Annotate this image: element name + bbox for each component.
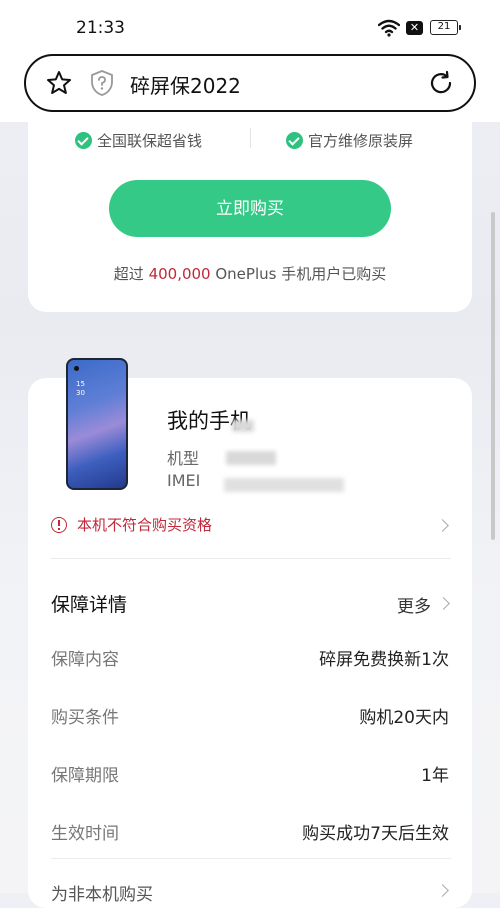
camera-dot (74, 366, 79, 371)
phone-screen-clock: 15 30 (76, 380, 85, 397)
users-count: 400,000 (148, 265, 211, 283)
row-label-content: 保障内容 (51, 650, 119, 670)
clock: 21:33 (76, 18, 125, 38)
data-off-icon: ✕ (406, 21, 423, 35)
scrollbar[interactable] (491, 212, 495, 540)
row-value-condition: 购机20天内 (359, 708, 449, 728)
warning-text: 本机不符合购买资格 (77, 516, 213, 534)
more-link[interactable]: 更多 (397, 592, 431, 617)
wifi-icon (378, 19, 400, 37)
ineligible-warning[interactable]: 本机不符合购买资格 (51, 514, 212, 535)
address-bar[interactable]: 碎屏保2022 (24, 54, 476, 112)
alert-icon (51, 516, 67, 533)
row-value-content: 碎屏免费换新1次 (319, 650, 449, 670)
model-label: 机型 (167, 449, 200, 468)
users-suffix: OnePlus 手机用户已购买 (210, 265, 387, 283)
users-prefix: 超过 (113, 265, 149, 283)
divider (51, 558, 451, 559)
users-count-text: 超过 400,000 OnePlus 手机用户已购买 (28, 263, 472, 284)
row-value-period: 1年 (421, 766, 449, 786)
status-bar: 21:33 ✕ 21 (0, 0, 500, 50)
feature-divider (250, 128, 251, 148)
redacted-model (226, 451, 276, 465)
url-text[interactable]: 碎屏保2022 (130, 70, 241, 99)
row-value-effective: 购买成功7天后生效 (302, 824, 449, 844)
guarantee-title: 保障详情 (51, 594, 128, 616)
star-icon[interactable] (46, 70, 72, 96)
divider (51, 858, 451, 859)
buy-now-button[interactable]: 立即购买 (109, 180, 391, 237)
feature-official-repair: 官方维修原装屏 (286, 130, 413, 151)
battery-icon: 21 (430, 20, 461, 35)
row-label-period: 保障期限 (51, 766, 119, 786)
reload-icon[interactable] (428, 70, 454, 96)
row-label-condition: 购买条件 (51, 708, 119, 728)
check-icon (286, 132, 303, 149)
feature-nationwide: 全国联保超省钱 (75, 130, 202, 151)
phone-image: 15 30 (66, 358, 128, 490)
feature-label: 全国联保超省钱 (97, 132, 203, 150)
row-label-effective: 生效时间 (51, 824, 119, 844)
browser-toolbar: 碎屏保2022 (0, 50, 500, 122)
feature-label: 官方维修原装屏 (308, 132, 414, 150)
redacted-imei (224, 478, 344, 492)
shield-question-icon[interactable] (89, 69, 115, 97)
imei-label: IMEI (167, 471, 201, 490)
promo-card: 全国联保超省钱 官方维修原装屏 立即购买 超过 400,000 OnePlus … (28, 122, 472, 312)
check-icon (75, 132, 92, 149)
redacted-name (232, 420, 254, 432)
